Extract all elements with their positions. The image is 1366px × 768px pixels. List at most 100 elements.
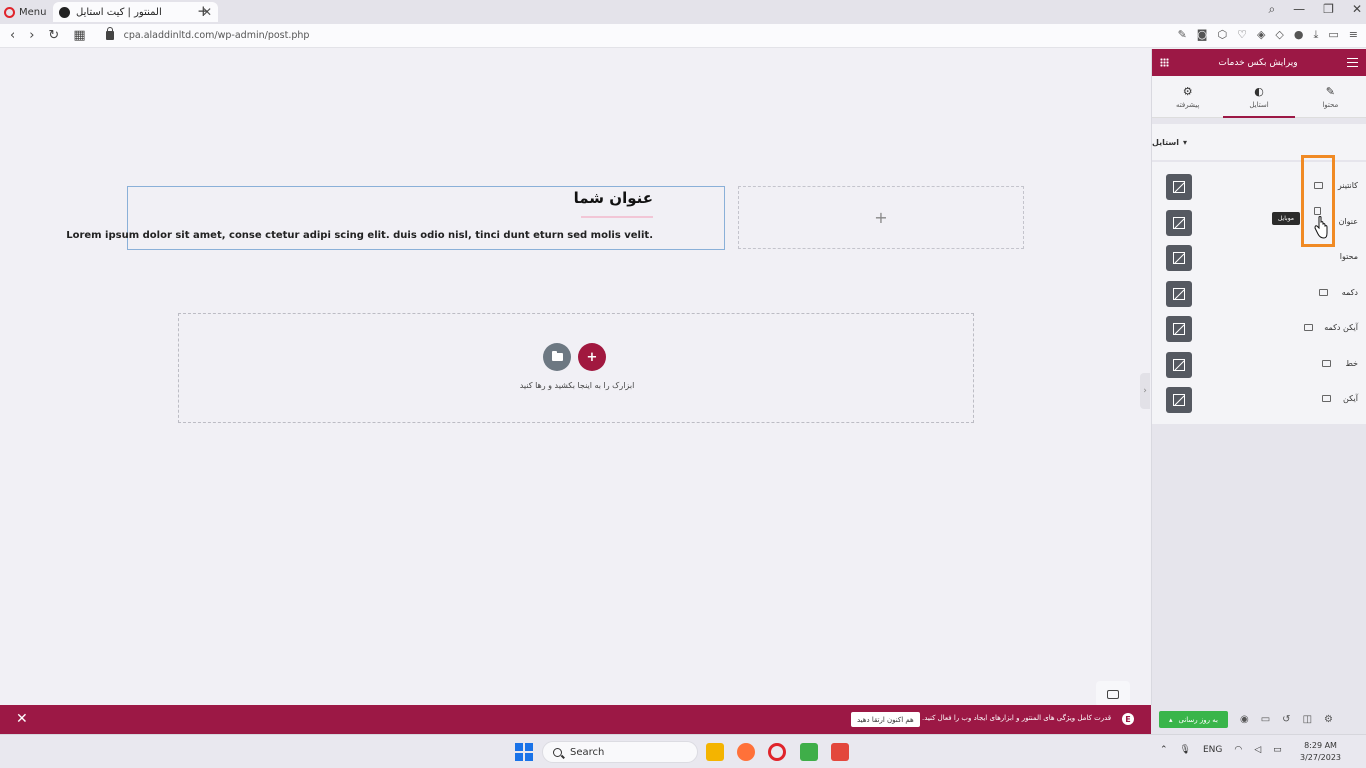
- close-window-icon[interactable]: ✕: [1352, 2, 1362, 17]
- widget-drop-zone[interactable]: + ابزارک را به اینجا بکشید و رها کنید: [178, 313, 974, 423]
- desktop-icon[interactable]: [1322, 395, 1331, 402]
- template-library-button[interactable]: [543, 343, 571, 371]
- forward-icon[interactable]: ›: [29, 28, 34, 43]
- opera-menu-button[interactable]: Menu: [4, 3, 46, 21]
- taskbar-search[interactable]: Search: [542, 741, 698, 763]
- edit-icon[interactable]: ✎: [1178, 28, 1187, 42]
- gear-icon: ⚙: [1182, 84, 1193, 98]
- search-tabs-icon[interactable]: ⌕: [1268, 2, 1275, 17]
- recorder-icon[interactable]: [831, 743, 849, 761]
- panel-footer: ▴ به روز رسانی ◉ ▭ ↺ ◫ ⚙: [1151, 705, 1366, 734]
- color-picker-button[interactable]: [1166, 387, 1192, 413]
- row-label: آیکن: [1343, 394, 1358, 403]
- history-icon[interactable]: ↺: [1282, 714, 1290, 725]
- menu-icon[interactable]: ≡: [1349, 28, 1358, 42]
- collapse-panel-handle[interactable]: ›: [1140, 373, 1150, 409]
- download-icon[interactable]: ⤓: [1314, 28, 1319, 42]
- browser-tab-bar: Menu المنتور | کیت استایل ✕ + ⌕ — ❐ ✕: [0, 0, 1366, 24]
- hamburger-icon[interactable]: [1346, 58, 1358, 67]
- url-path: /wp-admin/post.php: [214, 30, 310, 41]
- editor-canvas: عنوان شما Lorem ipsum dolor sit amet, co…: [0, 49, 1150, 707]
- wifi-icon[interactable]: ◠: [1234, 745, 1242, 755]
- desktop-icon[interactable]: [1322, 359, 1331, 367]
- tab-content[interactable]: ✎ محتوا: [1295, 76, 1366, 117]
- tab-title: المنتور | کیت استایل: [76, 6, 162, 18]
- profile-icon[interactable]: ●: [1294, 28, 1304, 42]
- clock-date: 3/27/2023: [1300, 753, 1342, 762]
- file-explorer-icon[interactable]: [706, 743, 724, 761]
- windows-start-icon[interactable]: [515, 743, 533, 761]
- tabs-grid-icon[interactable]: ▦: [73, 28, 85, 43]
- row-label: دکمه: [1341, 287, 1358, 297]
- tab-advanced[interactable]: ⚙ پیشرفته: [1152, 76, 1223, 117]
- panel-tabs: ✎ محتوا ◐ استایل ⚙ پیشرفته: [1152, 76, 1366, 118]
- responsive-mode-icon[interactable]: ▭: [1261, 714, 1270, 725]
- widget-body-text[interactable]: Lorem ipsum dolor sit amet, conse ctetur…: [66, 230, 653, 241]
- tab-style[interactable]: ◐ استایل: [1223, 76, 1296, 118]
- camera-icon[interactable]: ◙: [1197, 28, 1208, 42]
- color-picker-button[interactable]: [1166, 245, 1192, 271]
- tray-chevron-icon[interactable]: ⌃: [1160, 745, 1168, 755]
- row-label: عنوان: [1338, 216, 1358, 226]
- update-label: به روز رسانی: [1178, 715, 1218, 724]
- widget-heading[interactable]: عنوان شما: [574, 189, 653, 207]
- widgets-grid-icon[interactable]: [1160, 58, 1169, 67]
- url-field[interactable]: cpa.aladdinltd.com/wp-admin/post.php: [105, 27, 310, 41]
- contrast-icon: ◐: [1254, 84, 1264, 98]
- color-picker-button[interactable]: [1166, 209, 1192, 236]
- row-label: محتوا: [1339, 252, 1358, 261]
- battery-icon[interactable]: ▭: [1328, 28, 1338, 42]
- restore-icon[interactable]: ❐: [1323, 2, 1334, 17]
- color-picker-button[interactable]: [1166, 351, 1192, 378]
- edit-color-icon: [1173, 323, 1185, 335]
- nav-buttons: ‹ › ↻ ▦: [10, 28, 86, 43]
- address-bar: ‹ › ↻ ▦ cpa.aladdinltd.com/wp-admin/post…: [0, 24, 1366, 48]
- firefox-icon[interactable]: [737, 743, 755, 761]
- volume-icon[interactable]: ◁: [1254, 745, 1261, 755]
- opera-icon[interactable]: [768, 743, 786, 761]
- color-picker-button[interactable]: [1166, 174, 1192, 200]
- color-picker-button[interactable]: [1166, 280, 1192, 307]
- upgrade-button[interactable]: هم اکنون ارتقا دهید: [851, 712, 920, 727]
- row-label: کانتینر: [1337, 181, 1358, 190]
- clock-time: 8:29 AM: [1304, 741, 1337, 750]
- heart-icon[interactable]: ♡: [1237, 28, 1247, 42]
- elementor-logo-icon: E: [1122, 713, 1134, 725]
- shield-icon[interactable]: ⬡: [1217, 28, 1227, 42]
- back-icon[interactable]: ‹: [10, 28, 15, 43]
- tab-content-label: محتوا: [1322, 100, 1339, 109]
- desktop-icon[interactable]: [1304, 324, 1313, 331]
- window-controls: ⌕ — ❐ ✕: [1268, 2, 1362, 17]
- microphone-icon[interactable]: 🎙: [1180, 745, 1191, 755]
- vpn-icon[interactable]: ◈: [1257, 28, 1265, 42]
- desktop-icon[interactable]: [1319, 288, 1328, 296]
- row-label: آیکن دکمه: [1324, 323, 1358, 332]
- notes-button[interactable]: [1096, 681, 1130, 707]
- camtasia-icon[interactable]: [800, 743, 818, 761]
- language-indicator[interactable]: ENG: [1203, 745, 1222, 755]
- windows-taskbar: Search ⌃ 🎙 ENG ◠ ◁ ▭ 8:29 AM 3/27/2023: [0, 734, 1366, 768]
- edit-color-icon: [1173, 358, 1185, 371]
- cube-icon[interactable]: ◇: [1275, 28, 1283, 42]
- heading-divider: [581, 216, 653, 218]
- preview-icon[interactable]: ◉: [1240, 714, 1249, 725]
- browser-tab[interactable]: المنتور | کیت استایل ✕: [53, 2, 218, 22]
- edit-color-icon: [1173, 216, 1185, 229]
- settings-icon[interactable]: ⚙: [1324, 714, 1333, 725]
- chat-icon: [1107, 689, 1119, 699]
- pencil-icon: ✎: [1325, 84, 1335, 98]
- minimize-icon[interactable]: —: [1293, 2, 1305, 17]
- navigator-icon[interactable]: ◫: [1303, 714, 1312, 725]
- selected-widget[interactable]: عنوان شما Lorem ipsum dolor sit amet, co…: [66, 186, 725, 250]
- close-banner-icon[interactable]: ✕: [16, 711, 28, 727]
- battery-tray-icon[interactable]: ▭: [1273, 745, 1282, 755]
- reload-icon[interactable]: ↻: [48, 28, 59, 43]
- update-button[interactable]: ▴ به روز رسانی: [1159, 711, 1228, 728]
- add-section-button[interactable]: +: [578, 343, 606, 371]
- new-tab-button[interactable]: +: [197, 2, 210, 20]
- empty-column-add[interactable]: +: [738, 186, 1024, 249]
- color-picker-button[interactable]: [1166, 316, 1192, 342]
- clock[interactable]: 8:29 AM 3/27/2023: [1300, 740, 1341, 764]
- style-row-icon: آیکن: [1152, 382, 1366, 418]
- caret-up-icon[interactable]: ▴: [1169, 716, 1173, 724]
